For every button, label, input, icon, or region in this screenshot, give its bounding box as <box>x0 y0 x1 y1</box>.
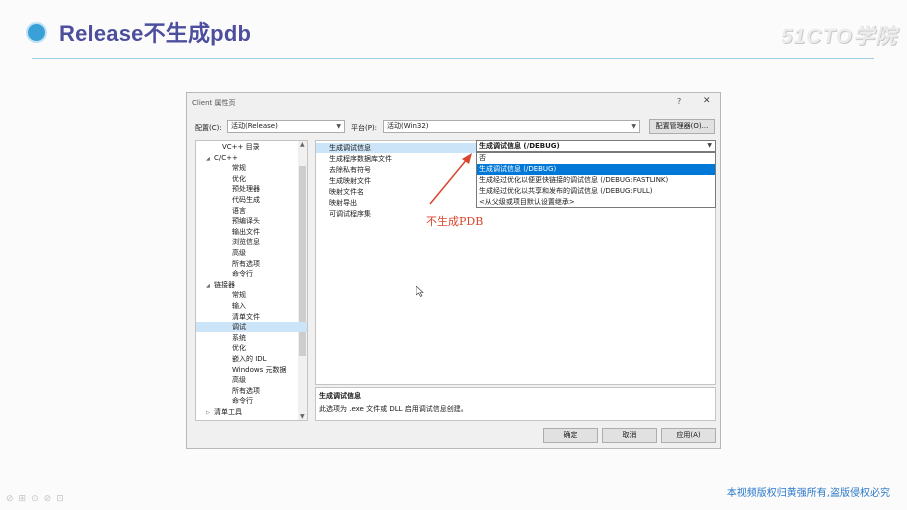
copyright-notice: 本视频版权归黄强所有,盗版侵权必究 <box>726 488 890 499</box>
mouse-cursor-icon <box>416 286 424 297</box>
player-toolbar: ⊘ ⊞ ⊙ ⊘ ⊡ <box>6 494 64 504</box>
annotation-label: 不生成PDB <box>426 215 484 228</box>
player-tool-icon[interactable]: ⊡ <box>56 494 64 504</box>
annotation-arrow-icon <box>429 153 472 205</box>
player-tool-icon[interactable]: ⊘ <box>6 494 14 504</box>
player-tool-icon[interactable]: ⊞ <box>19 494 27 504</box>
player-tool-icon[interactable]: ⊘ <box>44 494 52 504</box>
player-tool-icon[interactable]: ⊙ <box>31 494 39 504</box>
